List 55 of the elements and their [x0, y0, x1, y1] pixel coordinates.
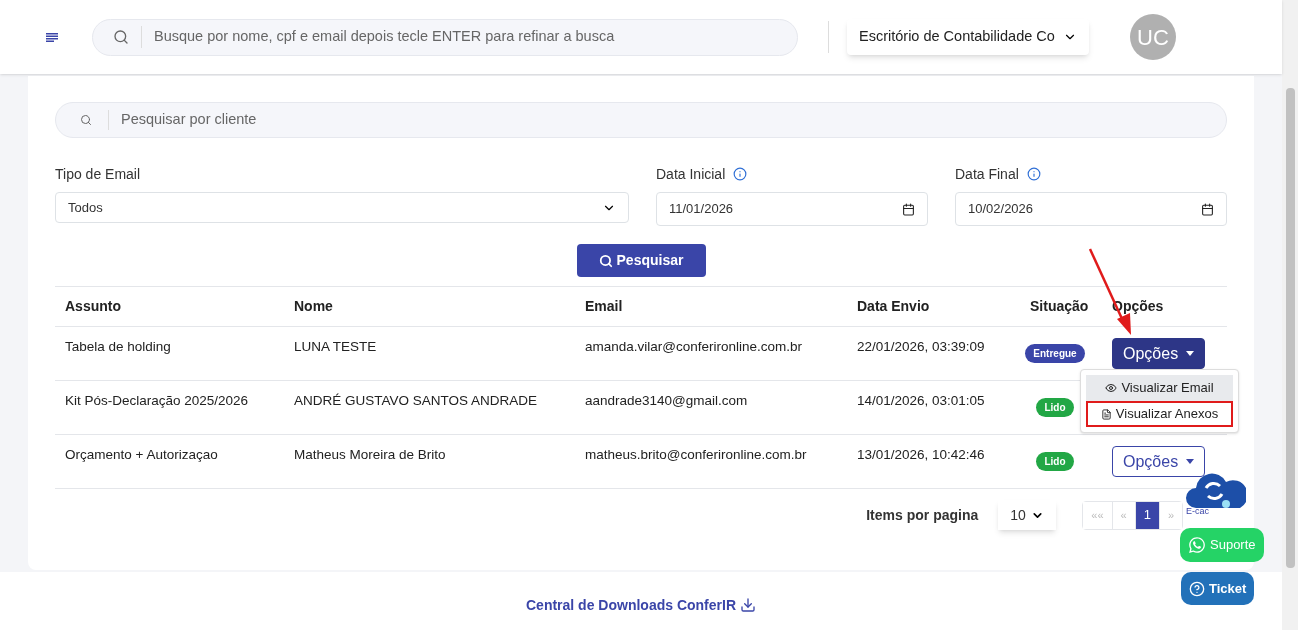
calendar-icon: [902, 202, 915, 216]
field-label: Data Final: [955, 164, 1019, 184]
table-cell-text: amanda.vilar@conferironline.com.br: [584, 338, 804, 357]
search-icon: [80, 114, 92, 126]
column-header: Assunto: [64, 297, 122, 316]
page-button[interactable]: 1: [1134, 501, 1159, 529]
column-header: Data Envio: [856, 297, 931, 316]
field-label: Tipo de Email: [55, 164, 141, 184]
status-badge: Entregue: [1025, 344, 1085, 363]
table-cell-text: aandrade3140@gmail.com: [584, 392, 749, 411]
calendar-icon: [1201, 202, 1214, 216]
office-select[interactable]: Escritório de Contabilidade Co: [847, 19, 1089, 55]
status-badge: Lido: [1036, 398, 1074, 417]
table-cell-text: ANDRÉ GUSTAVO SANTOS ANDRADE: [293, 392, 539, 411]
column-header: Nome: [293, 297, 334, 316]
column-header: Email: [584, 297, 624, 316]
info-icon: [733, 167, 748, 181]
page-size-select[interactable]: 10: [998, 500, 1057, 530]
date-field[interactable]: 10/02/2026: [955, 192, 1227, 226]
page-size-label: Items por pagina: [866, 505, 979, 525]
options-button[interactable]: Opções: [1112, 338, 1206, 369]
search-button[interactable]: Pesquisar: [576, 244, 706, 277]
search-icon: [598, 253, 613, 268]
caret-icon: [1186, 459, 1195, 464]
scrollbar[interactable]: [1282, 0, 1298, 630]
options-button[interactable]: Opções: [1112, 446, 1206, 477]
menu-item[interactable]: Visualizar Anexos: [1086, 401, 1233, 427]
email-type-select[interactable]: Todos: [55, 192, 629, 223]
search-icon: [113, 29, 129, 45]
date-field[interactable]: 11/01/2026: [656, 192, 928, 226]
document-icon: [1100, 408, 1112, 420]
menu-icon[interactable]: [46, 32, 58, 42]
eye-icon: [1105, 382, 1118, 394]
menu-item[interactable]: Visualizar Email: [1086, 375, 1233, 401]
help-icon: [1189, 580, 1205, 597]
ticket-button[interactable]: Ticket: [1181, 572, 1255, 605]
table-cell-text: 22/01/2026, 03:39:09: [856, 338, 986, 357]
info-icon: [1026, 167, 1041, 181]
table-cell-text: Matheus Moreira de Brito: [293, 446, 447, 465]
table-cell-text: Kit Pós-Declaração 2025/2026: [64, 392, 250, 411]
table-cell-text: 14/01/2026, 03:01:05: [856, 392, 986, 411]
table-cell-text: Tabela de holding: [64, 338, 172, 357]
status-badge: Lido: [1036, 452, 1074, 471]
table-cell-text: matheus.brito@conferironline.com.br: [584, 446, 808, 465]
field-label: Data Inicial: [656, 164, 726, 184]
caret-icon: [1186, 351, 1195, 356]
table-cell-text: 13/01/2026, 10:42:46: [856, 446, 986, 465]
search-field[interactable]: Busque por nome, cpf e email depois tecle ENTER para refinar a busca: [92, 18, 798, 56]
table-cell-text: Orçamento + Autorizaçao: [64, 446, 219, 465]
download-icon: [740, 597, 756, 613]
column-header: Situação: [1029, 297, 1090, 316]
table-cell-text: LUNA TESTE: [293, 338, 378, 357]
downloads-link[interactable]: Central de Downloads ConferIR: [526, 594, 756, 616]
whatsapp-icon: [1188, 536, 1206, 554]
client-search-field[interactable]: Pesquisar por cliente: [55, 102, 1227, 138]
